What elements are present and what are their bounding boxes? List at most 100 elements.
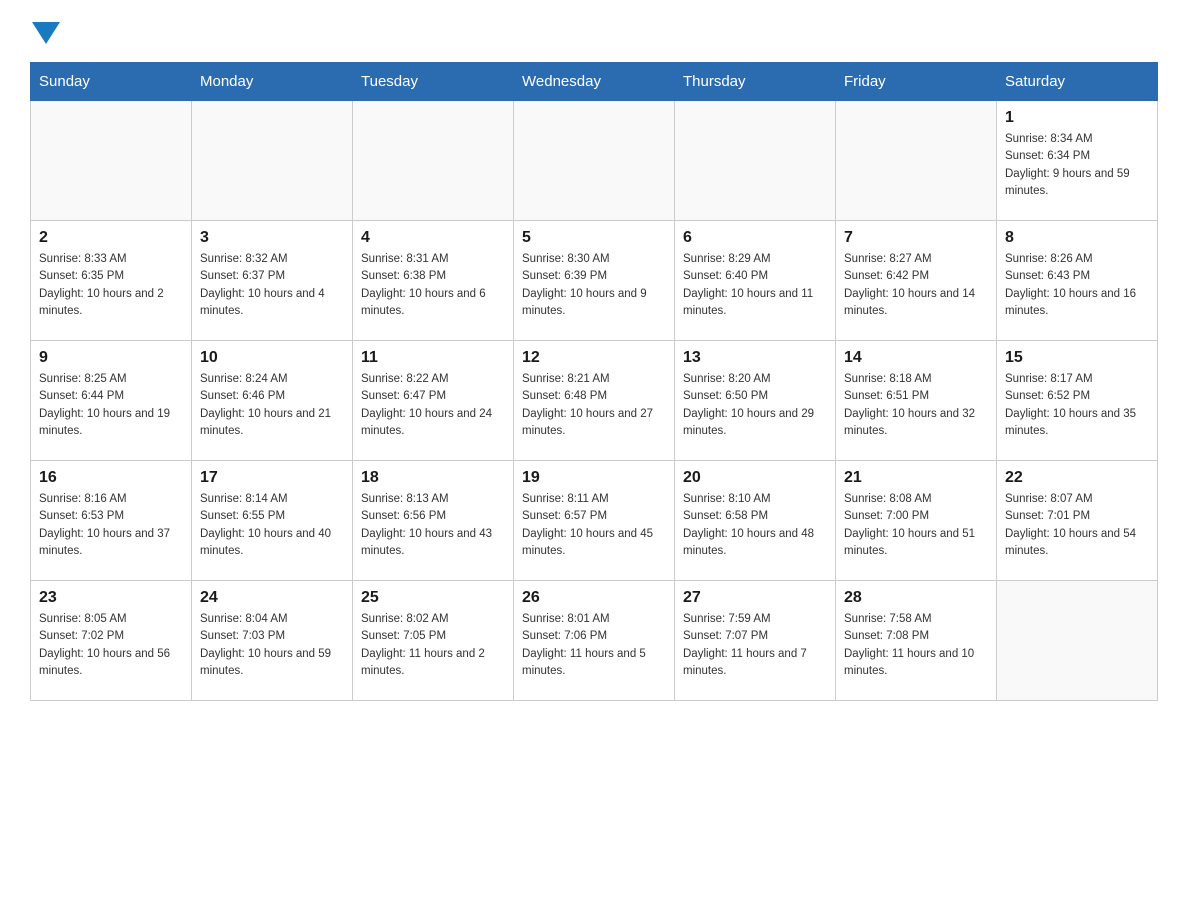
- calendar-cell: [353, 101, 514, 221]
- calendar-cell: 18Sunrise: 8:13 AM Sunset: 6:56 PM Dayli…: [353, 461, 514, 581]
- calendar-cell: 12 Sunrise: 8:21 AM Sunset: 6:48 PM Dayli…: [514, 341, 675, 461]
- day-info: Sunrise: 8:29 AM Sunset: 6:40 PM Dayligh…: [683, 251, 827, 320]
- day-number: 26: [522, 589, 666, 607]
- calendar-cell: [514, 101, 675, 221]
- day-info: Sunrise: 8:18 AM Sunset: 6:51 PM Dayligh…: [844, 371, 988, 440]
- calendar-week-row: 16 Sunrise: 8:16 AM Sunset: 6:53 PM Dayli…: [31, 461, 1158, 581]
- logo-triangle-icon: [32, 22, 60, 44]
- calendar-week-row: 2 Sunrise: 8:33 AM Sunset: 6:35 PM Daylig…: [31, 221, 1158, 341]
- calendar-cell: 27 Sunrise: 7:59 AM Sunset: 7:07 PM Dayli…: [675, 581, 836, 701]
- day-info: Sunrise: 8:26 AM Sunset: 6:43 PM Dayligh…: [1005, 251, 1149, 320]
- calendar-cell: 21Sunrise: 8:08 AM Sunset: 7:00 PM Dayli…: [836, 461, 997, 581]
- day-info: Sunrise: 8:31 AM Sunset: 6:38 PM Dayligh…: [361, 251, 505, 320]
- day-number: 9: [39, 349, 183, 367]
- day-info: Sunrise: 8:13 AM Sunset: 6:56 PM Dayligh…: [361, 491, 505, 560]
- day-number: 11: [361, 349, 505, 367]
- calendar-cell: [31, 101, 192, 221]
- calendar-cell: 17 Sunrise: 8:14 AM Sunset: 6:55 PM Dayli…: [192, 461, 353, 581]
- day-number: 24: [200, 589, 344, 607]
- calendar-cell: 3 Sunrise: 8:32 AM Sunset: 6:37 PM Daylig…: [192, 221, 353, 341]
- calendar-cell: 10 Sunrise: 8:24 AM Sunset: 6:46 PM Dayli…: [192, 341, 353, 461]
- calendar-cell: [192, 101, 353, 221]
- calendar-cell: 11 Sunrise: 8:22 AM Sunset: 6:47 PM Dayli…: [353, 341, 514, 461]
- weekday-header-saturday: Saturday: [997, 63, 1158, 101]
- calendar-week-row: 23Sunrise: 8:05 AM Sunset: 7:02 PM Dayli…: [31, 581, 1158, 701]
- calendar-cell: 24 Sunrise: 8:04 AM Sunset: 7:03 PM Dayli…: [192, 581, 353, 701]
- day-number: 14: [844, 349, 988, 367]
- day-number: 12: [522, 349, 666, 367]
- day-number: 10: [200, 349, 344, 367]
- day-info: Sunrise: 8:24 AM Sunset: 6:46 PM Dayligh…: [200, 371, 344, 440]
- calendar-cell: 9 Sunrise: 8:25 AM Sunset: 6:44 PM Daylig…: [31, 341, 192, 461]
- calendar-cell: 6 Sunrise: 8:29 AM Sunset: 6:40 PM Daylig…: [675, 221, 836, 341]
- calendar-cell: 23Sunrise: 8:05 AM Sunset: 7:02 PM Dayli…: [31, 581, 192, 701]
- day-info: Sunrise: 8:30 AM Sunset: 6:39 PM Dayligh…: [522, 251, 666, 320]
- day-info: Sunrise: 8:32 AM Sunset: 6:37 PM Dayligh…: [200, 251, 344, 320]
- calendar-cell: 26Sunrise: 8:01 AM Sunset: 7:06 PM Dayli…: [514, 581, 675, 701]
- day-info: Sunrise: 8:27 AM Sunset: 6:42 PM Dayligh…: [844, 251, 988, 320]
- calendar-cell: 1 Sunrise: 8:34 AM Sunset: 6:34 PM Daylig…: [997, 101, 1158, 221]
- calendar-cell: [836, 101, 997, 221]
- day-info: Sunrise: 8:14 AM Sunset: 6:55 PM Dayligh…: [200, 491, 344, 560]
- day-number: 27: [683, 589, 827, 607]
- calendar-cell: 4 Sunrise: 8:31 AM Sunset: 6:38 PM Daylig…: [353, 221, 514, 341]
- day-info: Sunrise: 8:08 AM Sunset: 7:00 PM Dayligh…: [844, 491, 988, 560]
- calendar-cell: 13 Sunrise: 8:20 AM Sunset: 6:50 PM Dayli…: [675, 341, 836, 461]
- weekday-header-wednesday: Wednesday: [514, 63, 675, 101]
- weekday-header-monday: Monday: [192, 63, 353, 101]
- day-number: 2: [39, 229, 183, 247]
- day-number: 5: [522, 229, 666, 247]
- calendar-cell: 25 Sunrise: 8:02 AM Sunset: 7:05 PM Dayli…: [353, 581, 514, 701]
- calendar-cell: 8Sunrise: 8:26 AM Sunset: 6:43 PM Daylig…: [997, 221, 1158, 341]
- day-number: 28: [844, 589, 988, 607]
- day-info: Sunrise: 8:16 AM Sunset: 6:53 PM Dayligh…: [39, 491, 183, 560]
- day-info: Sunrise: 8:02 AM Sunset: 7:05 PM Dayligh…: [361, 611, 505, 680]
- day-info: Sunrise: 8:17 AM Sunset: 6:52 PM Dayligh…: [1005, 371, 1149, 440]
- calendar-cell: 19 Sunrise: 8:11 AM Sunset: 6:57 PM Dayli…: [514, 461, 675, 581]
- day-number: 19: [522, 469, 666, 487]
- weekday-header-thursday: Thursday: [675, 63, 836, 101]
- day-number: 7: [844, 229, 988, 247]
- day-number: 17: [200, 469, 344, 487]
- day-info: Sunrise: 8:22 AM Sunset: 6:47 PM Dayligh…: [361, 371, 505, 440]
- day-info: Sunrise: 8:10 AM Sunset: 6:58 PM Dayligh…: [683, 491, 827, 560]
- day-info: Sunrise: 7:58 AM Sunset: 7:08 PM Dayligh…: [844, 611, 988, 680]
- day-info: Sunrise: 8:20 AM Sunset: 6:50 PM Dayligh…: [683, 371, 827, 440]
- calendar-cell: 2 Sunrise: 8:33 AM Sunset: 6:35 PM Daylig…: [31, 221, 192, 341]
- calendar-cell: 7 Sunrise: 8:27 AM Sunset: 6:42 PM Daylig…: [836, 221, 997, 341]
- logo: [30, 20, 60, 42]
- calendar-table: SundayMondayTuesdayWednesdayThursdayFrid…: [30, 62, 1158, 701]
- calendar-cell: 5 Sunrise: 8:30 AM Sunset: 6:39 PM Daylig…: [514, 221, 675, 341]
- calendar-week-row: 9 Sunrise: 8:25 AM Sunset: 6:44 PM Daylig…: [31, 341, 1158, 461]
- day-info: Sunrise: 7:59 AM Sunset: 7:07 PM Dayligh…: [683, 611, 827, 680]
- calendar-body: 1 Sunrise: 8:34 AM Sunset: 6:34 PM Daylig…: [31, 101, 1158, 701]
- day-number: 20: [683, 469, 827, 487]
- weekday-header-tuesday: Tuesday: [353, 63, 514, 101]
- day-info: Sunrise: 8:34 AM Sunset: 6:34 PM Dayligh…: [1005, 131, 1149, 200]
- day-number: 25: [361, 589, 505, 607]
- day-info: Sunrise: 8:05 AM Sunset: 7:02 PM Dayligh…: [39, 611, 183, 680]
- calendar-cell: 15 Sunrise: 8:17 AM Sunset: 6:52 PM Dayli…: [997, 341, 1158, 461]
- day-info: Sunrise: 8:25 AM Sunset: 6:44 PM Dayligh…: [39, 371, 183, 440]
- day-number: 15: [1005, 349, 1149, 367]
- day-number: 16: [39, 469, 183, 487]
- day-number: 22: [1005, 469, 1149, 487]
- calendar-cell: [675, 101, 836, 221]
- day-info: Sunrise: 8:21 AM Sunset: 6:48 PM Dayligh…: [522, 371, 666, 440]
- weekday-header-row: SundayMondayTuesdayWednesdayThursdayFrid…: [31, 63, 1158, 101]
- day-info: Sunrise: 8:11 AM Sunset: 6:57 PM Dayligh…: [522, 491, 666, 560]
- calendar-cell: 28 Sunrise: 7:58 AM Sunset: 7:08 PM Dayli…: [836, 581, 997, 701]
- day-number: 4: [361, 229, 505, 247]
- day-info: Sunrise: 8:04 AM Sunset: 7:03 PM Dayligh…: [200, 611, 344, 680]
- weekday-header-sunday: Sunday: [31, 63, 192, 101]
- day-number: 13: [683, 349, 827, 367]
- day-info: Sunrise: 8:33 AM Sunset: 6:35 PM Dayligh…: [39, 251, 183, 320]
- calendar-cell: [997, 581, 1158, 701]
- page-header: [30, 20, 1158, 42]
- day-number: 1: [1005, 109, 1149, 127]
- calendar-cell: 22Sunrise: 8:07 AM Sunset: 7:01 PM Dayli…: [997, 461, 1158, 581]
- day-number: 6: [683, 229, 827, 247]
- calendar-header: SundayMondayTuesdayWednesdayThursdayFrid…: [31, 63, 1158, 101]
- day-number: 3: [200, 229, 344, 247]
- weekday-header-friday: Friday: [836, 63, 997, 101]
